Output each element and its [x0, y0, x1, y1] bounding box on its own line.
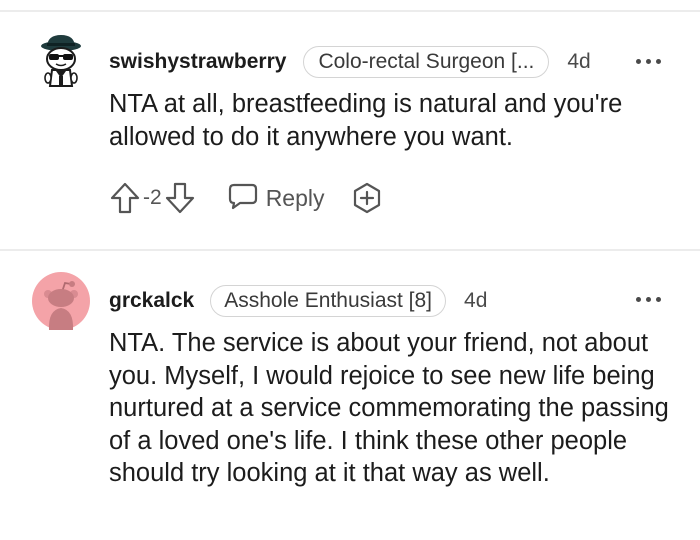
- more-options-icon[interactable]: [636, 52, 666, 72]
- snoo-avatar-icon[interactable]: [32, 32, 90, 90]
- vote-score: -2: [143, 186, 162, 209]
- comment-age: 4d: [567, 50, 591, 73]
- reply-label: Reply: [265, 184, 325, 211]
- divider: [0, 10, 700, 12]
- comment-text: NTA at all, breastfeeding is natural and…: [109, 90, 623, 151]
- divider: [0, 249, 700, 251]
- comment-age: 4d: [464, 289, 488, 312]
- reply-button[interactable]: Reply: [228, 182, 325, 215]
- upvote-icon[interactable]: [109, 180, 141, 216]
- comment-body: NTA. The service is about your friend, n…: [109, 327, 669, 490]
- comment-meta: swishystrawberry Colo-rectal Surgeon [..…: [109, 44, 591, 80]
- comment-meta: grckalck Asshole Enthusiast [8] 4d: [109, 283, 487, 319]
- username[interactable]: swishystrawberry: [109, 50, 286, 74]
- more-options-icon[interactable]: [636, 290, 666, 310]
- username[interactable]: grckalck: [109, 289, 194, 313]
- user-flair: Asshole Enthusiast [8]: [210, 285, 447, 317]
- user-flair: Colo-rectal Surgeon [...: [303, 46, 550, 78]
- comment-text: NTA. The service is about your friend, n…: [109, 329, 669, 487]
- comment-thread: swishystrawberry Colo-rectal Surgeon [..…: [0, 0, 700, 540]
- snoo-avatar-icon[interactable]: [32, 272, 90, 330]
- downvote-icon[interactable]: [164, 180, 196, 216]
- comment-actions: -2 Reply: [109, 178, 383, 218]
- comment-body: NTA at all, breastfeeding is natural and…: [109, 88, 669, 153]
- award-plus-icon[interactable]: [351, 180, 383, 216]
- reply-bubble-icon: [228, 182, 258, 215]
